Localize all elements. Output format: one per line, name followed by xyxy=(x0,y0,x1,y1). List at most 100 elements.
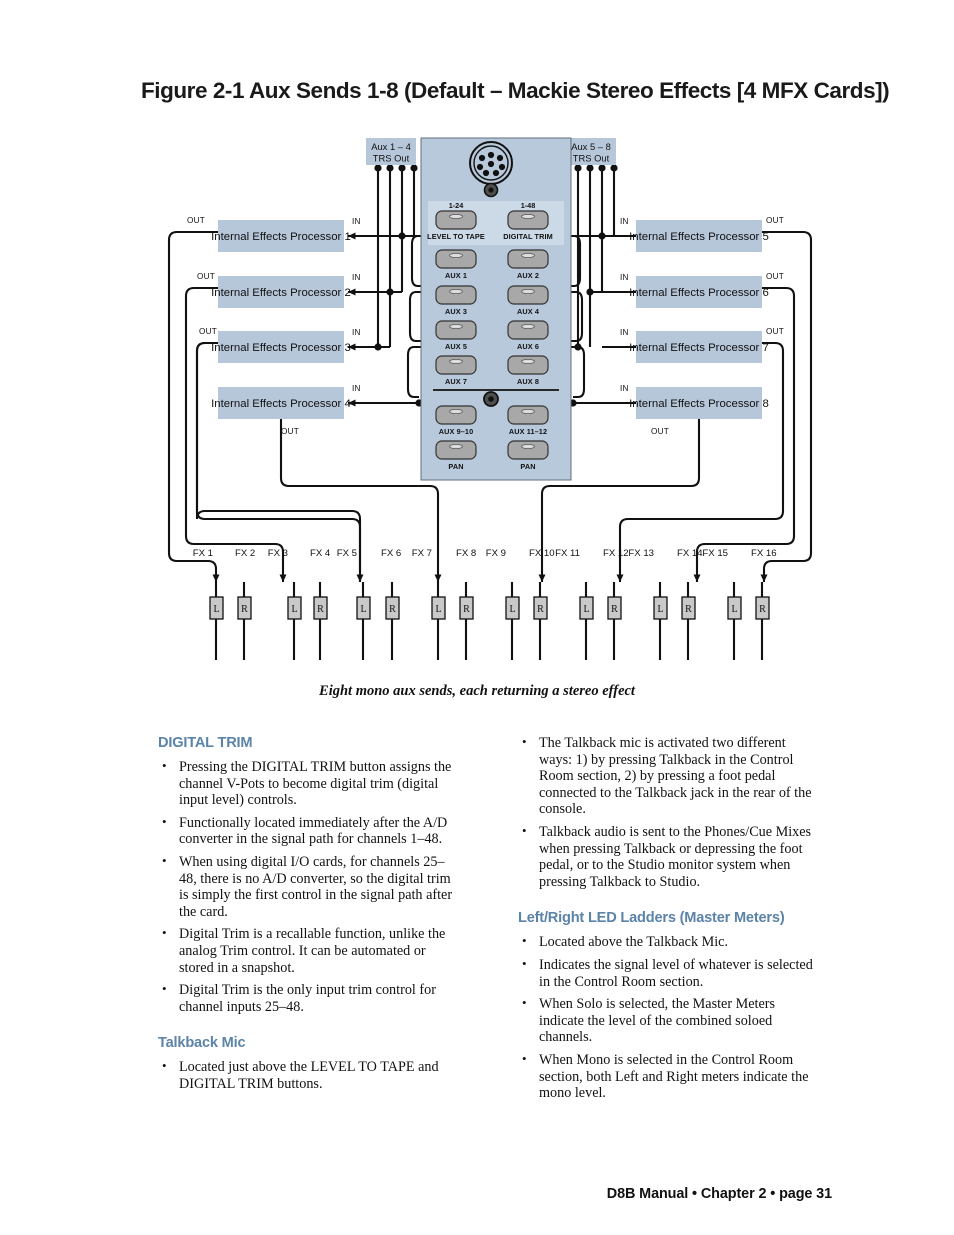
channel-letter-7: L xyxy=(435,604,441,615)
list-item: Functionally located immediately after t… xyxy=(158,814,454,848)
fx-label-9: FX 9 xyxy=(486,548,506,559)
io-out-8: OUT xyxy=(651,427,669,436)
fx-label-8: FX 8 xyxy=(456,548,476,559)
panel-button-aux8 xyxy=(507,355,549,375)
bullet-list-led-ladders: Located above the Talkback Mic. Indicate… xyxy=(518,933,814,1102)
fx-label-7: FX 7 xyxy=(412,548,432,559)
panel-button-level-to-tape xyxy=(435,210,477,230)
channel-letter-13: L xyxy=(657,604,663,615)
panel-label-aux7: AUX 7 xyxy=(445,377,467,386)
panel-label-aux8: AUX 8 xyxy=(517,377,539,386)
list-item: Indicates the signal level of whatever i… xyxy=(518,956,814,990)
channel-letter-4: R xyxy=(317,604,324,615)
io-out-1: OUT xyxy=(187,216,205,225)
list-item: Located above the Talkback Mic. xyxy=(518,933,814,951)
fx-label-2: FX 2 xyxy=(235,548,255,559)
io-in-2: IN xyxy=(352,273,361,282)
channel-letter-3: L xyxy=(291,604,297,615)
panel-button-aux5 xyxy=(435,320,477,340)
io-out-3: OUT xyxy=(199,327,217,336)
fx-label-14: FX 14 xyxy=(677,548,703,559)
io-in-6: IN xyxy=(620,273,629,282)
processor-label-5: Internal Effects Processor 5 xyxy=(629,231,769,243)
list-item: Talkback audio is sent to the Phones/Cue… xyxy=(518,823,814,890)
processor-label-7: Internal Effects Processor 7 xyxy=(629,342,769,354)
fx-label-15: FX 15 xyxy=(702,548,728,559)
heading-digital-trim: DIGITAL TRIM xyxy=(158,735,253,751)
processor-label-2: Internal Effects Processor 2 xyxy=(211,287,351,299)
panel-button-aux7 xyxy=(435,355,477,375)
panel-label-digital-trim: DIGITAL TRIM xyxy=(503,232,553,241)
panel-button-aux11-12 xyxy=(507,405,549,425)
channel-letter-6: R xyxy=(389,604,396,615)
panel-label-pan-right: PAN xyxy=(520,462,535,471)
io-in-5: IN xyxy=(620,217,629,226)
list-item: When Mono is selected in the Control Roo… xyxy=(518,1051,814,1102)
channel-letter-14: R xyxy=(685,604,692,615)
panel-button-aux6 xyxy=(507,320,549,340)
panel-button-pan-right xyxy=(507,440,549,460)
io-out-5: OUT xyxy=(766,216,784,225)
page-footer: D8B Manual • Chapter 2 • page 31 xyxy=(606,1186,832,1202)
panel-label-aux6: AUX 6 xyxy=(517,342,539,351)
processor-label-8: Internal Effects Processor 8 xyxy=(629,398,769,410)
io-in-4: IN xyxy=(352,384,361,393)
processor-label-6: Internal Effects Processor 6 xyxy=(629,287,769,299)
fx-label-4: FX 4 xyxy=(310,548,331,559)
panel-label-aux5: AUX 5 xyxy=(445,342,467,351)
fx-label-12: FX 12 xyxy=(603,548,629,559)
trs-out-right-line2: TRS Out xyxy=(573,153,610,164)
heading-led-ladders: Left/Right LED Ladders (Master Meters) xyxy=(518,910,785,927)
panel-button-aux1 xyxy=(435,249,477,269)
trs-out-left-line1: Aux 1 – 4 xyxy=(371,141,411,152)
body-column-right: The Talkback mic is activated two differ… xyxy=(518,734,814,1108)
panel-label-level-to-tape: LEVEL TO TAPE xyxy=(427,232,485,241)
list-item: Pressing the DIGITAL TRIM button assigns… xyxy=(158,758,454,809)
channel-letter-12: R xyxy=(611,604,618,615)
channel-letter-2: R xyxy=(241,604,248,615)
panel-button-pan-left xyxy=(435,440,477,460)
panel-label-aux1: AUX 1 xyxy=(445,271,467,280)
panel-button-aux4 xyxy=(507,285,549,305)
io-out-2: OUT xyxy=(197,272,215,281)
trs-out-right-line1: Aux 5 – 8 xyxy=(571,141,611,152)
fx-label-5: FX 5 xyxy=(337,548,357,559)
processor-label-3: Internal Effects Processor 3 xyxy=(211,342,351,354)
list-item: Digital Trim is a recallable function, u… xyxy=(158,925,454,976)
list-item: When Solo is selected, the Master Meters… xyxy=(518,995,814,1046)
panel-label-pan-left: PAN xyxy=(448,462,463,471)
channel-letter-1: L xyxy=(213,604,219,615)
panel-range-1-48: 1-48 xyxy=(521,201,536,210)
fx-label-3: FX 3 xyxy=(268,548,288,559)
fx-label-11: FX 11 xyxy=(555,548,580,559)
bullet-list-talkback-mic: Located just above the LEVEL TO TAPE and… xyxy=(158,1058,454,1092)
list-item: Digital Trim is the only input trim cont… xyxy=(158,981,454,1015)
trs-out-left-line2: TRS Out xyxy=(373,153,410,164)
panel-range-1-24: 1-24 xyxy=(449,201,465,210)
channel-letter-9: L xyxy=(509,604,515,615)
panel-label-aux11-12: AUX 11–12 xyxy=(509,427,547,436)
io-out-7: OUT xyxy=(766,327,784,336)
channel-letter-10: R xyxy=(537,604,544,615)
fx-label-1: FX 1 xyxy=(193,548,213,559)
channel-letter-5: L xyxy=(360,604,366,615)
diagram-text-layer: Aux 1 – 4 TRS Out Aux 5 – 8 TRS Out Inte… xyxy=(0,0,954,720)
list-item: When using digital I/O cards, for channe… xyxy=(158,853,454,920)
io-out-6: OUT xyxy=(766,272,784,281)
panel-button-aux9-10 xyxy=(435,405,477,425)
bullet-list-talkback-mic-cont: The Talkback mic is activated two differ… xyxy=(518,734,814,890)
fx-label-10: FX 10 xyxy=(529,548,555,559)
io-in-7: IN xyxy=(620,328,629,337)
body-column-left: DIGITAL TRIM Pressing the DIGITAL TRIM b… xyxy=(158,735,454,1099)
panel-button-digital-trim xyxy=(507,210,549,230)
channel-letter-11: L xyxy=(583,604,589,615)
channel-letter-15: L xyxy=(731,604,737,615)
channel-letter-8: R xyxy=(463,604,470,615)
io-in-8: IN xyxy=(620,384,629,393)
panel-label-aux2: AUX 2 xyxy=(517,271,539,280)
heading-talkback-mic: Talkback Mic xyxy=(158,1035,246,1052)
io-out-4: OUT xyxy=(281,427,299,436)
fx-label-13: FX 13 xyxy=(628,548,654,559)
panel-button-aux3 xyxy=(435,285,477,305)
bullet-list-digital-trim: Pressing the DIGITAL TRIM button assigns… xyxy=(158,758,454,1015)
